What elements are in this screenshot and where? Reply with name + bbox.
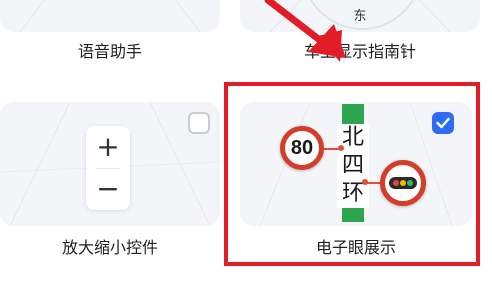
voice-assistant-label: 语音助手	[77, 42, 142, 61]
traffic-light-anchor-dot	[362, 179, 368, 185]
zoom-control-checkbox[interactable]	[188, 112, 210, 134]
zoom-control-label: 放大缩小控件	[61, 238, 158, 257]
electronic-eye-checkbox[interactable]	[432, 112, 454, 134]
map-grid-decoration	[19, 0, 201, 32]
traffic-light-icon	[389, 177, 417, 189]
zoom-control-preview: + −	[86, 126, 130, 210]
voice-assistant-card[interactable]	[0, 0, 220, 32]
map-display-settings: 语音助手 东 车上显示指南针 + − 放大缩小控件 北 四 环 80 电子眼展示	[0, 0, 492, 294]
check-icon	[436, 117, 450, 129]
road-name-char-2: 四	[337, 152, 369, 180]
zoom-divider	[96, 168, 120, 169]
zoom-in-button: +	[96, 130, 120, 163]
speed-limit-sign: 80	[280, 126, 324, 170]
speed-sign-anchor-dot	[338, 145, 344, 151]
zoom-out-button: −	[96, 172, 120, 205]
electronic-eye-label: 电子眼展示	[315, 238, 396, 257]
traffic-light-sign	[380, 160, 426, 206]
red-arrow-icon	[264, 0, 346, 62]
